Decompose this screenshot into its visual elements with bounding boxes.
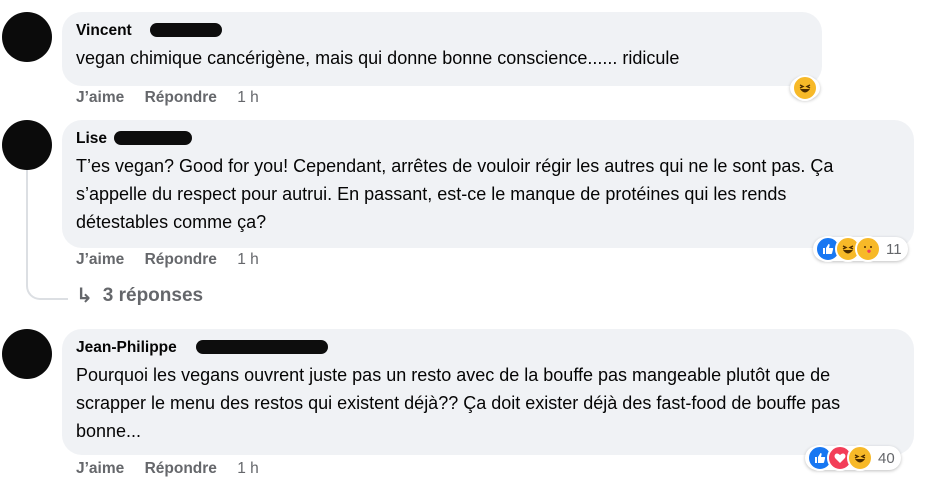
comment-bubble: Vincent vegan chimique cancérigène, mais… [62,12,822,86]
reaction-summary[interactable]: 40 [805,445,901,471]
thread-line-curve [26,278,68,300]
reaction-count: 11 [886,240,902,258]
comment-actions: J’aime Répondre 1 h [76,89,275,107]
comment-author[interactable]: Lise [76,128,192,150]
replies-label[interactable]: 3 réponses [103,285,203,307]
redaction-bar [150,23,222,37]
haha-icon [847,445,873,471]
comment-bubble: Lise T’es vegan? Good for you! Cependant… [62,120,914,248]
timestamp[interactable]: 1 h [237,89,259,106]
redaction-bar [114,131,192,145]
haha-icon [792,75,818,101]
comment-actions: J’aime Répondre 1 h [76,460,275,478]
comment-bubble: Jean-Philippe Pourquoi les vegans ouvren… [62,329,914,455]
like-link[interactable]: J’aime [76,460,124,477]
avatar[interactable] [2,329,52,379]
reaction-summary[interactable] [790,75,820,101]
reply-link[interactable]: Répondre [145,89,217,106]
avatar[interactable] [2,120,52,170]
like-link[interactable]: J’aime [76,251,124,268]
reply-link[interactable]: Répondre [145,251,217,268]
like-link[interactable]: J’aime [76,89,124,106]
author-name[interactable]: Lise [76,130,107,147]
reaction-summary[interactable]: 11 [813,236,908,262]
avatar[interactable] [2,12,52,62]
reply-arrow-icon: ↳ [76,285,93,307]
author-name[interactable]: Jean-Philippe [76,339,177,356]
reaction-count: 40 [878,449,895,467]
comment-author[interactable]: Vincent [76,20,222,42]
comment-author[interactable]: Jean-Philippe [76,337,328,359]
timestamp[interactable]: 1 h [237,460,259,477]
comment-text: T’es vegan? Good for you! Cependant, arr… [76,156,834,232]
timestamp[interactable]: 1 h [237,251,259,268]
thread-line [26,170,28,280]
care-icon [855,236,881,262]
view-replies-link[interactable]: ↳ 3 réponses [76,283,203,308]
author-name[interactable]: Vincent [76,22,132,39]
comment-actions: J’aime Répondre 1 h [76,251,275,269]
reply-link[interactable]: Répondre [145,460,217,477]
redaction-bar [196,340,328,354]
comment-text: vegan chimique cancérigène, mais qui don… [76,48,680,68]
comment-text: Pourquoi les vegans ouvrent juste pas un… [76,365,841,441]
